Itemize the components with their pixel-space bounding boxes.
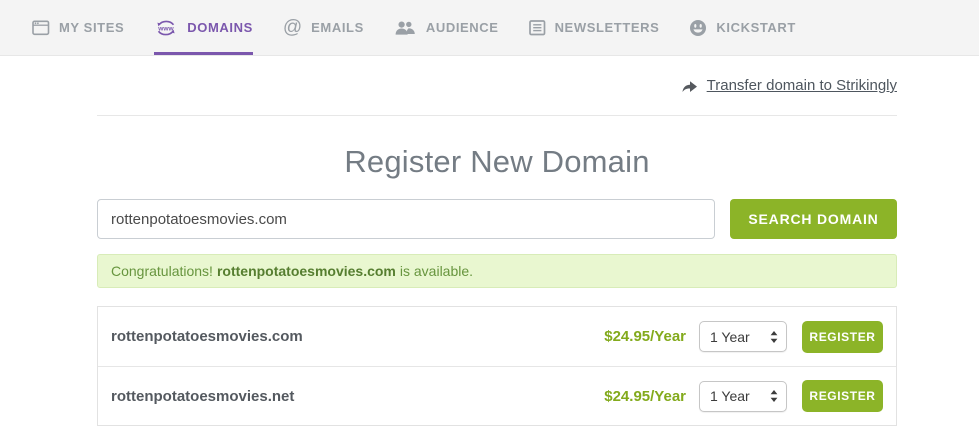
term-select-value: 1 Year: [710, 388, 750, 404]
nav-tab-label: EMAILS: [311, 20, 364, 35]
nav-tab-label: NEWSLETTERS: [554, 20, 660, 35]
nav-tab-label: MY SITES: [59, 20, 125, 35]
banner-domain: rottenpotatoesmovies.com: [216, 263, 396, 279]
transfer-domain-link[interactable]: Transfer domain to Strikingly: [681, 77, 897, 94]
search-domain-button[interactable]: SEARCH DOMAIN: [730, 199, 897, 239]
result-domain: rottenpotatoesmovies.net: [111, 387, 295, 405]
content-column: Transfer domain to Strikingly Register N…: [97, 56, 897, 426]
term-select[interactable]: 1 Year: [699, 380, 787, 412]
www-globe-icon: www: [154, 19, 178, 37]
register-button[interactable]: REGISTER: [802, 320, 883, 353]
at-sign-icon: @: [282, 17, 303, 38]
page-title: Register New Domain: [344, 144, 650, 179]
newsletter-icon: [528, 19, 546, 36]
nav-tab-label: DOMAINS: [187, 20, 253, 35]
domain-result-row: rottenpotatoesmovies.net $24.95/Year 1 Y…: [98, 366, 896, 425]
nav-tab-label: AUDIENCE: [425, 20, 499, 35]
nav-tab-my-sites[interactable]: MY SITES: [32, 0, 124, 55]
people-icon: [394, 20, 417, 36]
register-button[interactable]: REGISTER: [802, 380, 883, 412]
nav-tab-label: KICKSTART: [716, 20, 796, 35]
banner-suffix: is available.: [399, 263, 474, 279]
domain-search-input[interactable]: [97, 199, 715, 239]
nav-tab-emails[interactable]: @ EMAILS: [283, 0, 364, 55]
term-select[interactable]: 1 Year: [699, 321, 787, 352]
browser-window-icon: [32, 19, 50, 36]
term-select-value: 1 Year: [710, 328, 750, 345]
banner-prefix: Congratulations!: [111, 263, 213, 279]
nav-tab-kickstart[interactable]: KICKSTART: [689, 0, 796, 55]
stepper-arrows-icon: [770, 330, 778, 344]
stepper-arrows-icon: [770, 389, 778, 403]
result-domain: rottenpotatoesmovies.com: [111, 328, 303, 345]
nav-tab-audience[interactable]: AUDIENCE: [394, 0, 499, 55]
smiley-icon: [689, 19, 707, 37]
domain-result-row: rottenpotatoesmovies.com $24.95/Year 1 Y…: [98, 307, 896, 366]
availability-banner: Congratulations! rottenpotatoesmovies.co…: [97, 254, 897, 288]
nav-tab-newsletters[interactable]: NEWSLETTERS: [528, 0, 660, 55]
result-price: $24.95/Year: [604, 387, 686, 405]
search-results-table: rottenpotatoesmovies.com $24.95/Year 1 Y…: [97, 306, 897, 426]
nav-tab-domains[interactable]: www DOMAINS: [154, 0, 253, 55]
transfer-link-label: Transfer domain to Strikingly: [706, 77, 897, 94]
page-header: Transfer domain to Strikingly: [97, 56, 897, 116]
result-price: $24.95/Year: [604, 328, 686, 345]
svg-text:www: www: [158, 25, 175, 32]
top-nav: MY SITES www DOMAINS @ EMAILS AUDIENCE N…: [0, 0, 979, 56]
forward-arrow-icon: [681, 79, 698, 93]
search-row: SEARCH DOMAIN: [97, 199, 897, 239]
